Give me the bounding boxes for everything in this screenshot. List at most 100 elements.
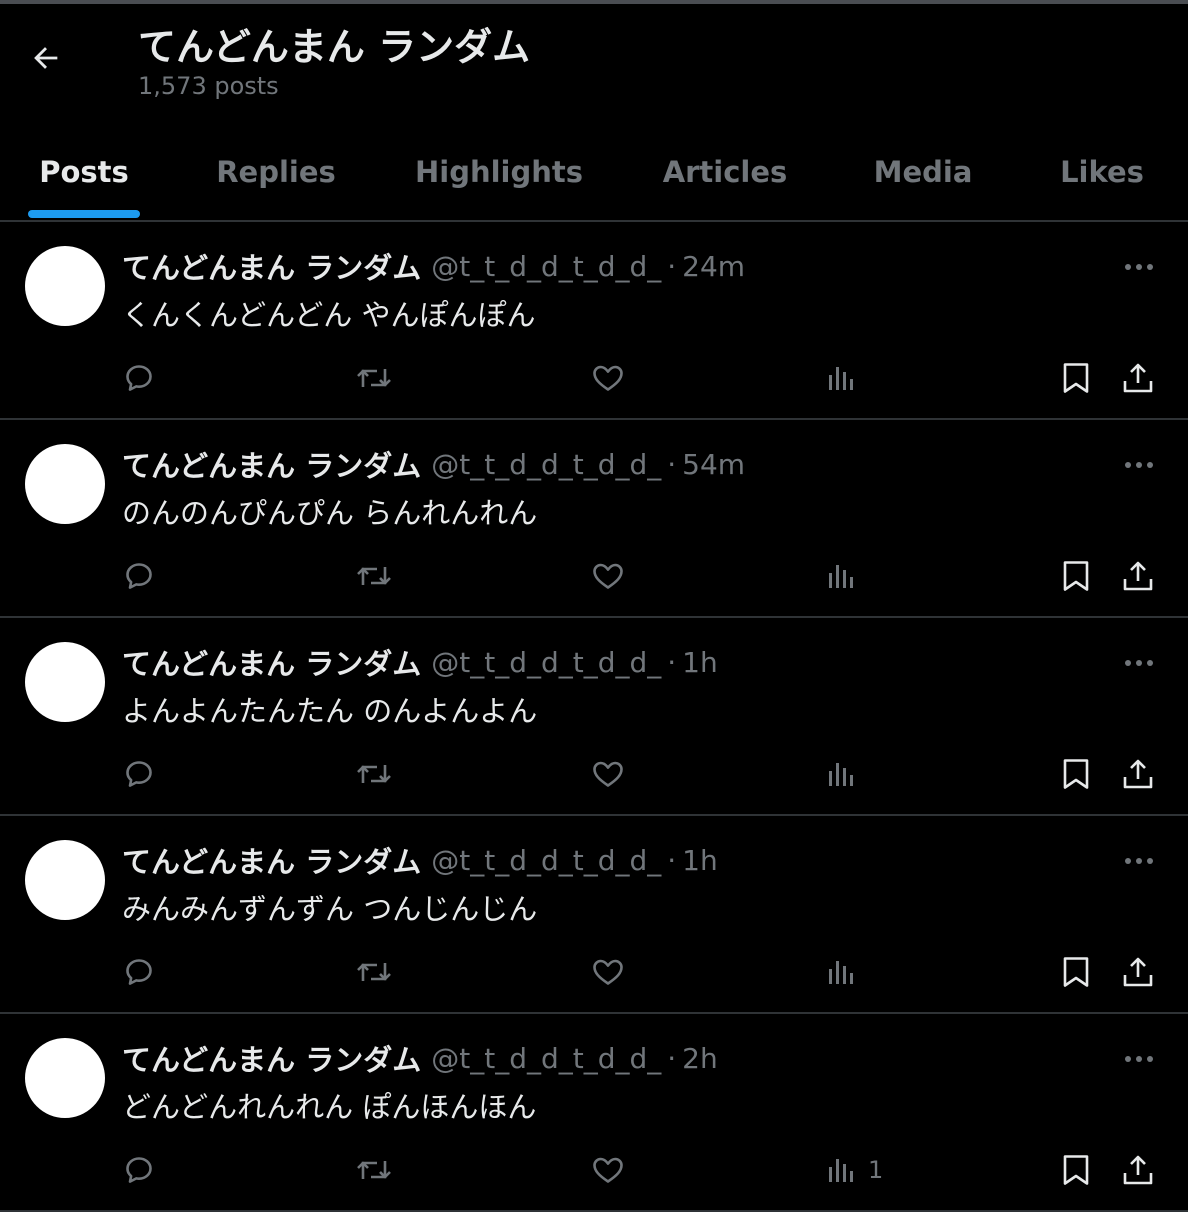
heart-icon: [593, 1157, 623, 1183]
author-handle[interactable]: @t_t_d_d_t_d_d_: [431, 448, 661, 481]
tab-likes[interactable]: Likes: [1052, 124, 1152, 220]
post[interactable]: てんどんまん ランダム @t_t_d_d_t_d_d_ · 24m くんくんどん…: [0, 222, 1188, 420]
like-button[interactable]: [590, 358, 626, 398]
bookmark-icon: [1063, 561, 1089, 591]
views-icon: [829, 565, 853, 588]
post-text: のんのんぴんぴん らんれんれん: [122, 496, 538, 530]
repost-icon: [357, 567, 391, 585]
author-name[interactable]: てんどんまん ランダム: [122, 839, 421, 881]
share-icon: [1123, 759, 1153, 789]
bookmark-button[interactable]: [1060, 952, 1092, 992]
author-handle[interactable]: @t_t_d_d_t_d_d_: [431, 844, 661, 877]
share-icon: [1123, 957, 1153, 987]
post-time[interactable]: 2h: [682, 1042, 718, 1075]
separator-dot: ·: [667, 447, 677, 481]
share-button[interactable]: [1120, 556, 1156, 596]
arrow-left-icon: [34, 47, 58, 69]
views-button[interactable]: [826, 556, 868, 596]
post[interactable]: てんどんまん ランダム @t_t_d_d_t_d_d_ · 1h みんみんずんず…: [0, 816, 1188, 1014]
avatar[interactable]: [25, 840, 105, 920]
author-handle[interactable]: @t_t_d_d_t_d_d_: [431, 1042, 661, 1075]
share-icon: [1123, 363, 1153, 393]
reply-button[interactable]: [122, 1150, 158, 1190]
post[interactable]: てんどんまん ランダム @t_t_d_d_t_d_d_ · 1h よんよんたんた…: [0, 618, 1188, 816]
bookmark-button[interactable]: [1060, 1150, 1092, 1190]
more-button[interactable]: [1118, 648, 1160, 678]
share-button[interactable]: [1120, 754, 1156, 794]
views-button[interactable]: 1: [826, 1150, 883, 1190]
author-handle[interactable]: @t_t_d_d_t_d_d_: [431, 250, 661, 283]
tab-replies-label: Replies: [216, 155, 336, 189]
more-button[interactable]: [1118, 450, 1160, 480]
views-icon: [829, 1159, 853, 1182]
post-time[interactable]: 54m: [682, 448, 745, 481]
post-count: 1,573 posts: [138, 72, 279, 100]
reply-button[interactable]: [122, 754, 158, 794]
like-button[interactable]: [590, 754, 626, 794]
separator-dot: ·: [667, 1041, 677, 1075]
post-text: どんどんれんれん ぽんほんほん: [122, 1090, 537, 1124]
tab-likes-label: Likes: [1060, 155, 1144, 189]
author-name[interactable]: てんどんまん ランダム: [122, 443, 421, 485]
profile-tabs: Posts Replies Highlights Articles Media …: [0, 124, 1188, 220]
avatar[interactable]: [25, 1038, 105, 1118]
tab-articles[interactable]: Articles: [656, 124, 794, 220]
repost-button[interactable]: [354, 754, 394, 794]
more-button[interactable]: [1118, 252, 1160, 282]
post[interactable]: てんどんまん ランダム @t_t_d_d_t_d_d_ · 54m のんのんぴん…: [0, 420, 1188, 618]
tab-posts[interactable]: Posts: [28, 124, 140, 220]
reply-button[interactable]: [122, 358, 158, 398]
bookmark-button[interactable]: [1060, 754, 1092, 794]
post-text: くんくんどんどん やんぽんぽん: [122, 298, 536, 332]
views-button[interactable]: [826, 952, 868, 992]
post-time[interactable]: 1h: [682, 646, 718, 679]
post-time[interactable]: 1h: [682, 844, 718, 877]
author-handle[interactable]: @t_t_d_d_t_d_d_: [431, 646, 661, 679]
reply-icon: [126, 761, 152, 787]
post-time[interactable]: 24m: [682, 250, 745, 283]
author-name[interactable]: てんどんまん ランダム: [122, 641, 421, 683]
post-header: てんどんまん ランダム @t_t_d_d_t_d_d_ · 2h: [122, 1038, 718, 1078]
repost-button[interactable]: [354, 556, 394, 596]
author-name[interactable]: てんどんまん ランダム: [122, 245, 421, 287]
share-button[interactable]: [1120, 952, 1156, 992]
like-button[interactable]: [590, 952, 626, 992]
reply-button[interactable]: [122, 952, 158, 992]
reply-button[interactable]: [122, 556, 158, 596]
like-button[interactable]: [590, 556, 626, 596]
share-button[interactable]: [1120, 1150, 1156, 1190]
avatar[interactable]: [25, 246, 105, 326]
heart-icon: [593, 761, 623, 787]
repost-button[interactable]: [354, 358, 394, 398]
more-button[interactable]: [1118, 1044, 1160, 1074]
avatar[interactable]: [25, 444, 105, 524]
more-button[interactable]: [1118, 846, 1160, 876]
reply-icon: [126, 959, 152, 985]
post[interactable]: てんどんまん ランダム @t_t_d_d_t_d_d_ · 2h どんどんれんれ…: [0, 1014, 1188, 1212]
reply-icon: [126, 1157, 152, 1183]
repost-button[interactable]: [354, 1150, 394, 1190]
more-horizontal-icon: [1125, 660, 1153, 666]
post-text: みんみんずんずん つんじんじん: [122, 892, 538, 926]
avatar[interactable]: [25, 642, 105, 722]
tab-replies[interactable]: Replies: [210, 124, 342, 220]
like-button[interactable]: [590, 1150, 626, 1190]
tab-highlights[interactable]: Highlights: [414, 124, 584, 220]
tab-posts-label: Posts: [39, 155, 129, 189]
bookmark-icon: [1063, 957, 1089, 987]
post-header: てんどんまん ランダム @t_t_d_d_t_d_d_ · 1h: [122, 840, 718, 880]
repost-button[interactable]: [354, 952, 394, 992]
tab-media[interactable]: Media: [864, 124, 982, 220]
heart-icon: [593, 959, 623, 985]
back-button[interactable]: [20, 32, 72, 84]
tab-articles-label: Articles: [662, 155, 788, 189]
author-name[interactable]: てんどんまん ランダム: [122, 1037, 421, 1079]
profile-header: てんどんまん ランダム 1,573 posts: [0, 4, 1188, 108]
views-button[interactable]: [826, 754, 868, 794]
views-button[interactable]: [826, 358, 868, 398]
reply-icon: [126, 563, 152, 589]
post-header: てんどんまん ランダム @t_t_d_d_t_d_d_ · 54m: [122, 444, 745, 484]
bookmark-button[interactable]: [1060, 358, 1092, 398]
share-button[interactable]: [1120, 358, 1156, 398]
bookmark-button[interactable]: [1060, 556, 1092, 596]
